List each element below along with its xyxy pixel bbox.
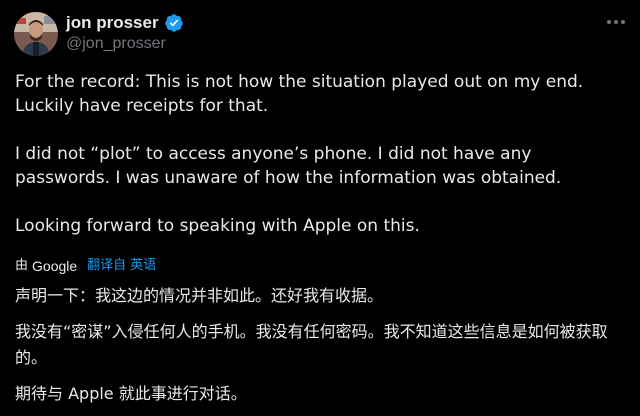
translated-paragraph: 声明一下：我这边的情况并非如此。还好我有收据。 (15, 286, 384, 305)
translated-from-link[interactable]: 翻译自 英语 (87, 257, 156, 275)
avatar[interactable] (14, 12, 58, 56)
translation-attribution: 由 Google 翻译自 英语 (15, 257, 156, 275)
translated-paragraph: 我没有“密谋”入侵任何人的手机。我没有任何密码。我不知道这些信息是如何被获取的。 (15, 322, 608, 367)
tweet-paragraph: Looking forward to speaking with Apple o… (15, 216, 420, 236)
translation-by-prefix: 由 (15, 258, 29, 273)
display-name[interactable]: jon prosser (66, 13, 159, 33)
author-name-row[interactable]: jon prosser (66, 12, 184, 34)
author-handle[interactable]: @jon_prosser (66, 35, 166, 53)
tweet: jon prosser @jon_prosser For the record:… (0, 0, 640, 416)
more-dot (614, 20, 618, 24)
more-dot (621, 20, 625, 24)
translated-text: 声明一下：我这边的情况并非如此。还好我有收据。 我没有“密谋”入侵任何人的手机。… (15, 283, 630, 416)
tweet-paragraph: I did not “plot” to access anyone’s phon… (15, 144, 562, 188)
google-logo: Google (32, 258, 78, 274)
verified-badge-icon (164, 13, 184, 33)
more-dot (607, 20, 611, 24)
tweet-paragraph: For the record: This is not how the situ… (15, 72, 584, 116)
translated-paragraph: 期待与 Apple 就此事进行对话。 (15, 384, 247, 403)
avatar-photo (14, 12, 58, 56)
tweet-text: For the record: This is not how the situ… (15, 70, 630, 238)
more-options-icon[interactable] (604, 12, 628, 32)
